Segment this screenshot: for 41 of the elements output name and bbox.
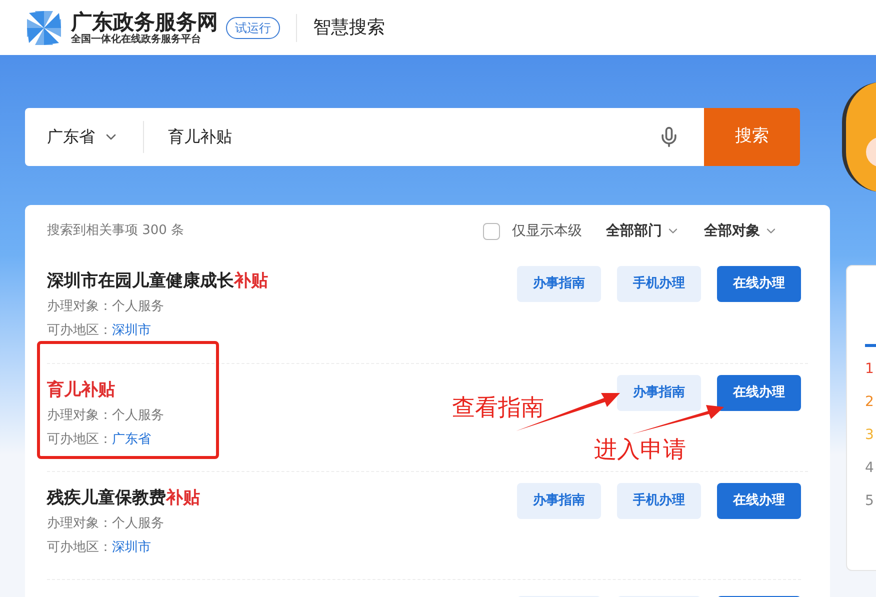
site-name: 广东政务服务网 — [71, 10, 218, 34]
rank-number: 1 — [865, 360, 875, 379]
result-title[interactable]: 育儿补贴 — [47, 376, 164, 404]
result-title[interactable]: 残疾儿童保教费补贴 — [47, 484, 200, 512]
area-label: 可办地区： — [47, 322, 112, 340]
search-field[interactable]: 育儿补贴 — [144, 108, 704, 166]
action-button[interactable]: 办事指南 — [617, 375, 701, 411]
result-count: 搜索到相关事项 300 条 — [47, 222, 184, 240]
service-target: 办理对象：个人服务 — [47, 298, 165, 316]
area-link[interactable]: 深圳市 — [112, 319, 151, 343]
action-button[interactable]: 在线办理 — [717, 483, 801, 519]
action-button[interactable]: 在线办理 — [717, 375, 801, 411]
filter-dropdown[interactable]: 全部部门 — [606, 220, 680, 242]
rank-number: 5 — [865, 492, 875, 511]
action-button[interactable]: 在线办理 — [717, 266, 801, 302]
rank-number: 4 — [865, 459, 875, 478]
checkbox-label: 仅显示本级 — [512, 222, 582, 240]
pinwheel-logo-icon — [25, 8, 63, 46]
action-button[interactable]: 办事指南 — [517, 266, 601, 302]
area-label: 可办地区： — [47, 431, 112, 449]
search-input[interactable]: 育儿补贴 — [144, 125, 658, 149]
service-target: 办理对象：个人服务 — [47, 407, 164, 425]
rank-number: 2 — [865, 393, 875, 412]
filter-dropdown[interactable]: 全部对象 — [704, 220, 778, 242]
area-label: 可办地区： — [47, 539, 112, 557]
area-link[interactable]: 深圳市 — [112, 536, 151, 560]
search-button[interactable]: 搜索 — [704, 108, 800, 166]
annotation-text: 查看指南 — [452, 394, 544, 423]
area-link[interactable]: 广东省 — [112, 428, 151, 452]
section-title: 智慧搜索 — [313, 16, 385, 40]
action-button[interactable]: 手机办理 — [617, 266, 701, 302]
checkbox[interactable] — [483, 222, 500, 240]
annotation-text: 进入申请 — [594, 436, 686, 465]
action-button[interactable]: 手机办理 — [617, 483, 701, 519]
trial-badge: 试运行 — [226, 16, 280, 38]
region-select[interactable]: 广东省 — [25, 108, 143, 166]
site-subtitle: 全国一体化在线政务服务平台 — [71, 34, 202, 46]
result-title[interactable]: 深圳市在园儿童健康成长补贴 — [47, 267, 268, 295]
service-target: 办理对象：个人服务 — [47, 515, 165, 533]
action-button[interactable]: 办事指南 — [517, 483, 601, 519]
rank-number: 3 — [865, 426, 875, 445]
